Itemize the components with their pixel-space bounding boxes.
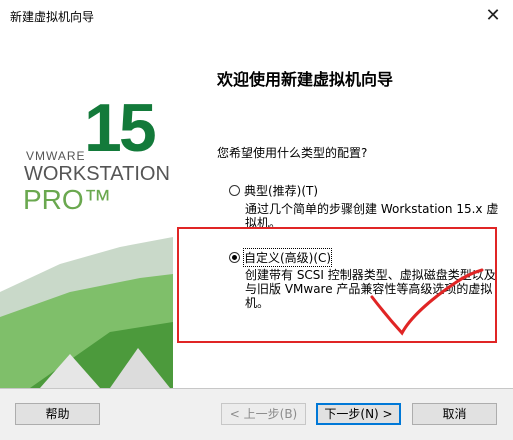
window-title: 新建虚拟机向导 [10, 10, 95, 24]
brand-workstation: WORKSTATION [24, 163, 170, 185]
next-button[interactable]: 下一步(N) > [316, 403, 401, 425]
annotation-box [177, 227, 497, 343]
back-button[interactable]: < 上一步(B) [221, 403, 306, 425]
radio-typical-label: 典型(推荐)(T) [244, 184, 319, 198]
cancel-button[interactable]: 取消 [412, 403, 497, 425]
radio-typical-indicator[interactable] [229, 185, 240, 196]
page-title: 欢迎使用新建虚拟机向导 [217, 70, 394, 89]
title-bar: 新建虚拟机向导 ✕ [0, 0, 513, 32]
brand-version: 15 [84, 90, 157, 166]
typical-description: 通过几个简单的步骤创建 Workstation 15.x 虚拟机。 [245, 202, 499, 230]
close-icon[interactable]: ✕ [481, 4, 505, 28]
button-bar: 帮助 < 上一步(B) 下一步(N) > 取消 [0, 389, 513, 440]
config-question: 您希望使用什么类型的配置? [217, 146, 368, 160]
branding-panel: 15 VMWARE WORKSTATION PRO™ [0, 32, 173, 388]
brand-pro: PRO™ [23, 184, 112, 215]
help-button[interactable]: 帮助 [15, 403, 100, 425]
brand-vmware: VMWARE [26, 149, 86, 163]
radio-typical[interactable]: 典型(推荐)(T) [229, 182, 318, 199]
